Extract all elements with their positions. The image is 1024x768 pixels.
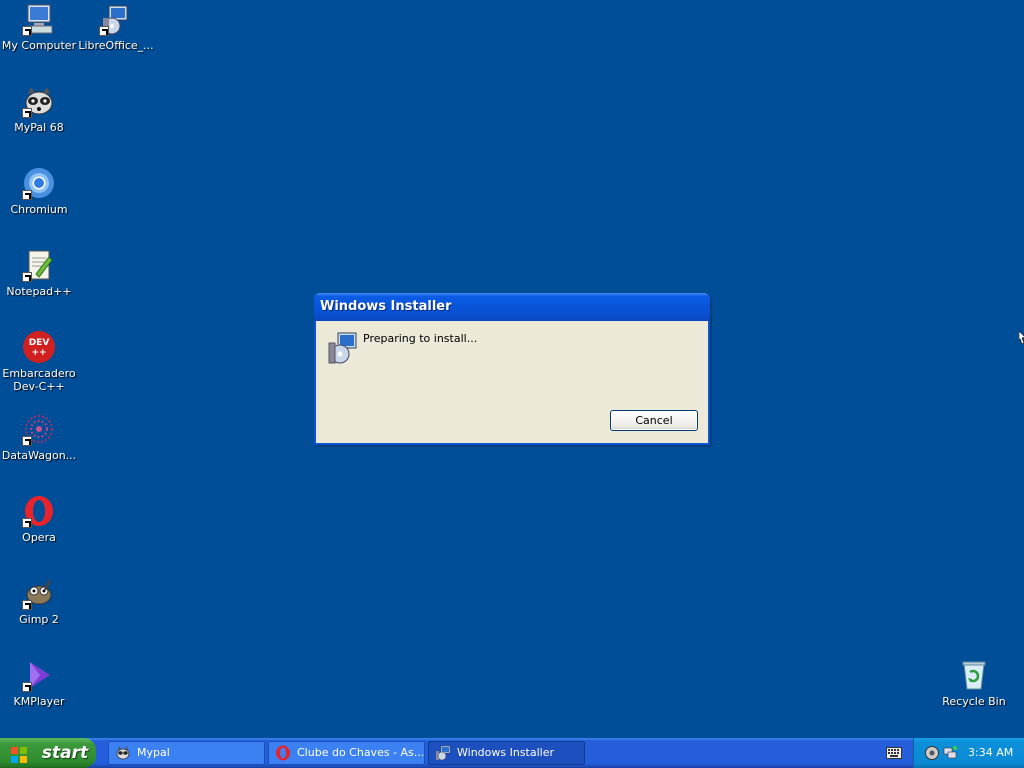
dialog-title[interactable]: Windows Installer	[314, 293, 710, 321]
chromium-icon	[22, 166, 56, 200]
taskbar-item-label: Windows Installer	[457, 746, 555, 759]
desktop-icon-opera[interactable]: Opera	[0, 494, 78, 544]
recycle-bin-icon	[957, 658, 991, 692]
desktop-icon-gimp[interactable]: Gimp 2	[0, 576, 78, 626]
devcpp-icon: DEV ++	[22, 330, 56, 364]
taskbar: start Mypal Clube do Chaves - As... Wind…	[0, 738, 1024, 768]
desktop-icon-label: Gimp 2	[19, 613, 59, 626]
windows-installer-dialog: Windows Installer Preparing to install..…	[314, 293, 710, 445]
notepad-icon	[22, 248, 56, 282]
desktop-icon-label: Recycle Bin	[942, 695, 1006, 708]
dialog-message: Preparing to install...	[363, 332, 478, 345]
desktop-icon-devcpp[interactable]: DEV ++ Embarcadero Dev-C++	[0, 330, 78, 393]
dialog-body: Preparing to install... Cancel	[316, 321, 708, 443]
system-tray: 3:34 AM	[913, 738, 1024, 768]
desktop-icon-notepadpp[interactable]: Notepad++	[0, 248, 78, 298]
desktop-icon-chromium[interactable]: Chromium	[0, 166, 78, 216]
opera-icon	[22, 494, 56, 528]
opera-icon	[275, 745, 291, 761]
taskbar-item-opera[interactable]: Clube do Chaves - As...	[268, 741, 425, 765]
desktop-icon-datawagon[interactable]: DataWagon...	[0, 412, 78, 462]
desktop-icon-label: Embarcadero Dev-C++	[2, 367, 76, 393]
keyboard-icon[interactable]	[886, 747, 902, 759]
datawagon-icon	[22, 412, 56, 446]
clock[interactable]: 3:34 AM	[968, 738, 1013, 768]
windows-flag-icon	[10, 744, 28, 763]
desktop-icon-kmplayer[interactable]: KMPlayer	[0, 658, 78, 708]
gimp-icon	[22, 576, 56, 610]
desktop-icon-label: LibreOffice_...	[78, 39, 154, 52]
computer-icon	[22, 2, 56, 36]
start-label: start	[41, 743, 89, 763]
taskbar-item-label: Clube do Chaves - As...	[297, 746, 425, 759]
installer-icon	[99, 2, 133, 36]
installer-icon	[435, 745, 451, 761]
desktop-icon-my-computer[interactable]: My Computer	[0, 2, 78, 52]
installer-icon	[326, 331, 360, 365]
mouse-cursor-icon	[1018, 330, 1024, 347]
taskbar-item-mypal[interactable]: Mypal	[108, 741, 265, 765]
desktop-icon-recycle-bin[interactable]: Recycle Bin	[935, 658, 1013, 708]
desktop-icon-label: Notepad++	[6, 285, 72, 298]
desktop-icon-label: My Computer	[1, 39, 77, 52]
desktop-icon-label: Opera	[22, 531, 56, 544]
kmplayer-icon	[22, 658, 56, 692]
desktop-icon-label: Chromium	[10, 203, 68, 216]
desktop-icon-label: KMPlayer	[13, 695, 65, 708]
tray-app-icon[interactable]	[924, 745, 940, 761]
desktop-icon-label: MyPal 68	[14, 121, 64, 134]
svg-text:++: ++	[31, 348, 46, 358]
desktop-icon-mypal[interactable]: MyPal 68	[0, 84, 78, 134]
network-icon[interactable]	[942, 745, 958, 761]
desktop-icon-label: DataWagon...	[1, 449, 77, 462]
raccoon-icon	[22, 84, 56, 118]
svg-text:DEV: DEV	[29, 338, 50, 348]
taskbar-item-label: Mypal	[137, 746, 170, 759]
start-button[interactable]: start	[0, 738, 96, 768]
cancel-button[interactable]: Cancel	[610, 410, 698, 431]
desktop-icon-libreoffice[interactable]: LibreOffice_...	[77, 2, 155, 52]
taskbar-item-windows-installer[interactable]: Windows Installer	[428, 741, 585, 765]
raccoon-icon	[115, 745, 131, 761]
